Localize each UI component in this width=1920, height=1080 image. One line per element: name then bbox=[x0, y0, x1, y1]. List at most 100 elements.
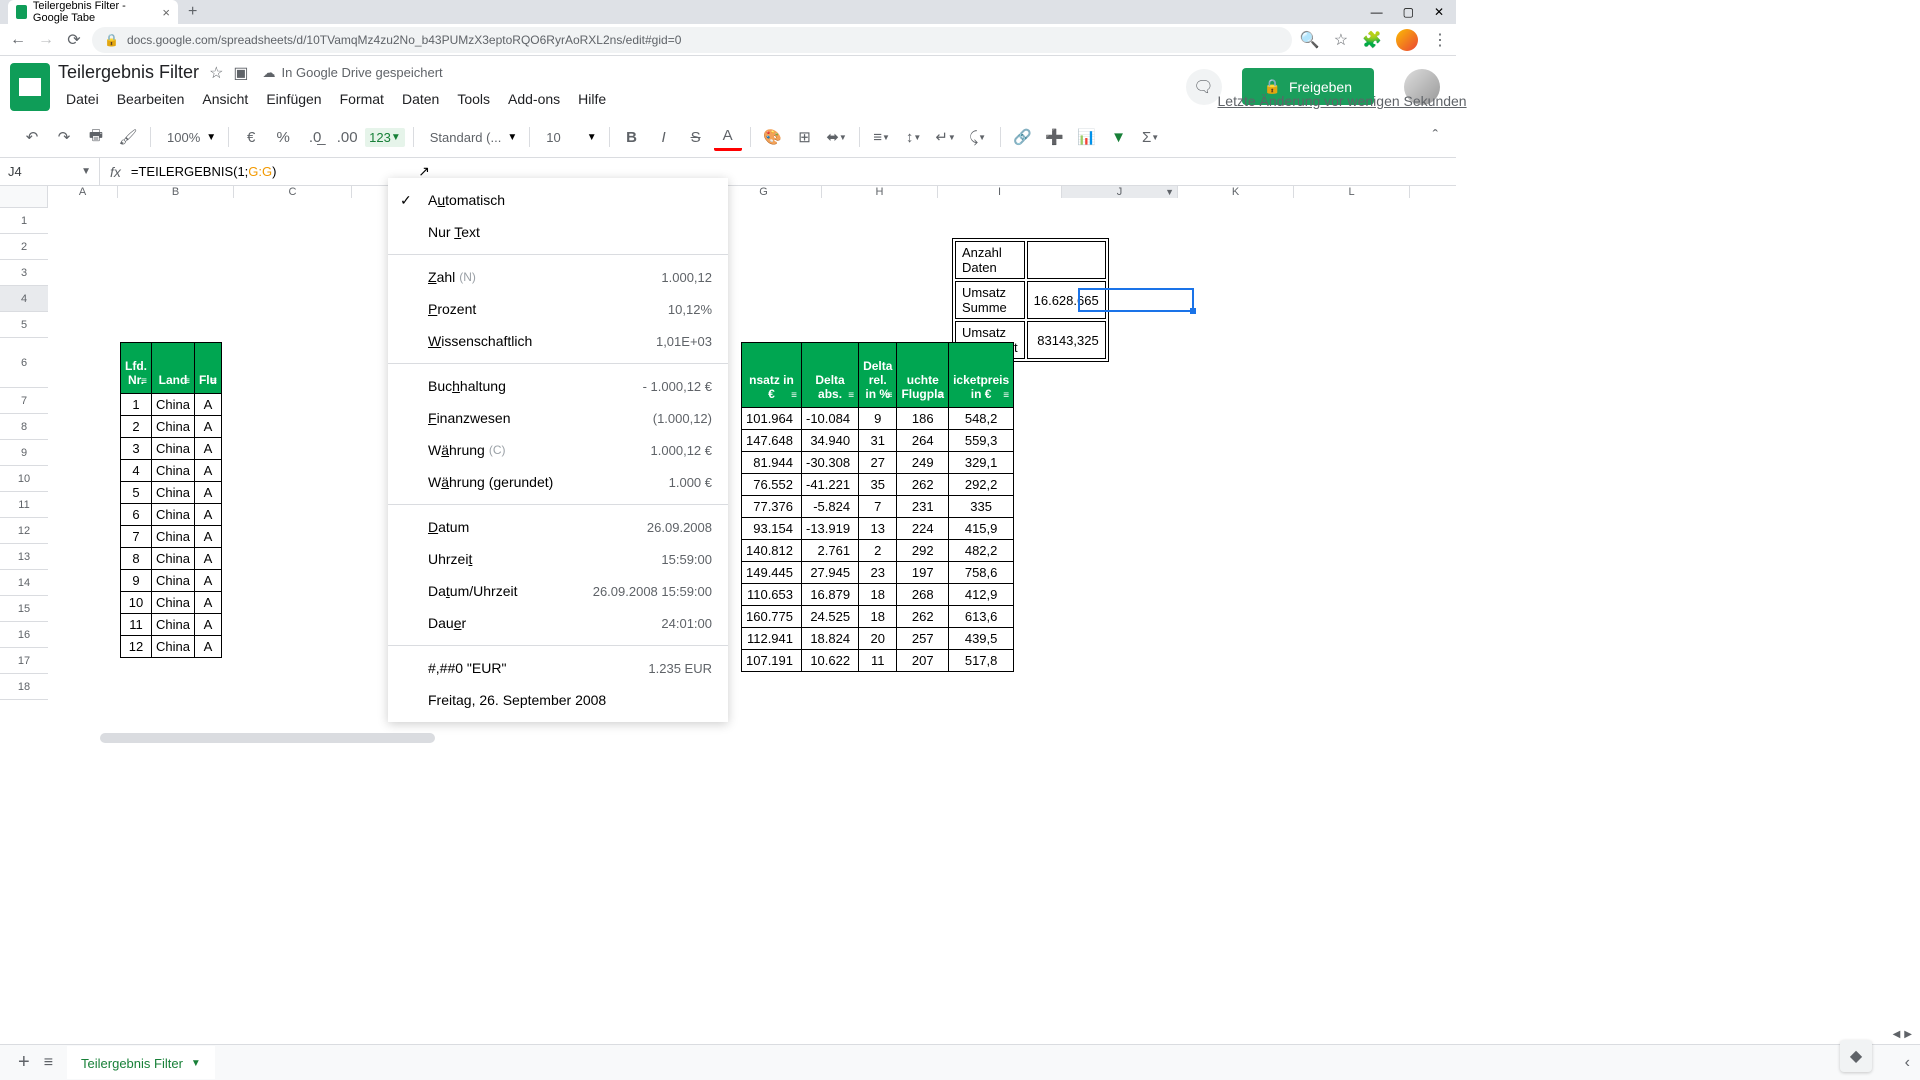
italic-icon[interactable]: I bbox=[650, 123, 678, 151]
row-header-16[interactable]: 16 bbox=[0, 622, 48, 648]
bookmark-icon[interactable]: ☆ bbox=[1334, 30, 1348, 50]
last-change-link[interactable]: Letzte Änderung vor wenigen Sekunden bbox=[1218, 89, 1467, 109]
row-header-12[interactable]: 12 bbox=[0, 518, 48, 544]
collapse-toolbar-icon[interactable]: ˆ bbox=[1433, 128, 1438, 146]
table-row[interactable]: 7ChinaA bbox=[121, 526, 222, 548]
link-icon[interactable]: 🔗 bbox=[1009, 123, 1037, 151]
minimize-icon[interactable]: — bbox=[1371, 5, 1383, 19]
format-option[interactable]: Uhrzeit15:59:00 bbox=[388, 543, 728, 575]
font-size-dropdown[interactable]: 10▼ bbox=[538, 130, 600, 145]
row-header-6[interactable]: 6 bbox=[0, 338, 48, 388]
number-format-dropdown[interactable]: 123▼ bbox=[365, 128, 405, 147]
col-header-B[interactable]: B bbox=[118, 186, 234, 198]
table-row[interactable]: 112.94118.82420257439,5 bbox=[742, 628, 1014, 650]
merge-icon[interactable]: ⬌▼ bbox=[823, 123, 851, 151]
close-window-icon[interactable]: ✕ bbox=[1434, 5, 1444, 19]
table-row[interactable]: 6ChinaA bbox=[121, 504, 222, 526]
table-row[interactable]: 12ChinaA bbox=[121, 636, 222, 658]
menu-hilfe[interactable]: Hilfe bbox=[570, 87, 614, 111]
table-row[interactable]: 93.154-13.91913224415,9 bbox=[742, 518, 1014, 540]
currency-icon[interactable]: € bbox=[237, 123, 265, 151]
menu-tools[interactable]: Tools bbox=[449, 87, 498, 111]
format-option[interactable]: ✓Automatisch bbox=[388, 184, 728, 216]
formula-input[interactable]: =TEILERGEBNIS(1;G:G) bbox=[131, 164, 277, 180]
filter-icon[interactable]: ▼ bbox=[1105, 123, 1133, 151]
functions-icon[interactable]: Σ▼ bbox=[1137, 123, 1165, 151]
sheets-logo-icon[interactable] bbox=[10, 63, 50, 111]
h-scroll-arrows[interactable]: ◀▶ bbox=[1893, 1029, 1912, 1040]
redo-icon[interactable]: ↷ bbox=[50, 123, 78, 151]
comment-icon[interactable]: ➕ bbox=[1041, 123, 1069, 151]
reload-icon[interactable]: ⟳ bbox=[64, 30, 84, 50]
row-header-7[interactable]: 7 bbox=[0, 388, 48, 414]
search-icon[interactable]: 🔍 bbox=[1300, 30, 1320, 50]
table-row[interactable]: 4ChinaA bbox=[121, 460, 222, 482]
filter-toggle-icon[interactable]: ≡ bbox=[848, 390, 854, 401]
row-header-11[interactable]: 11 bbox=[0, 492, 48, 518]
zoom-dropdown[interactable]: 100%▼ bbox=[159, 130, 220, 145]
row-header-17[interactable]: 17 bbox=[0, 648, 48, 674]
strikethrough-icon[interactable]: S bbox=[682, 123, 710, 151]
explore-button[interactable]: ◆ bbox=[1840, 1040, 1872, 1072]
filter-toggle-icon[interactable]: ≡ bbox=[184, 376, 190, 387]
rotate-icon[interactable]: ⤹▼ bbox=[964, 123, 992, 151]
format-option[interactable]: Wissenschaftlich1,01E+03 bbox=[388, 325, 728, 357]
table-header[interactable]: icketpreis in €≡ bbox=[949, 343, 1014, 408]
format-option[interactable]: Datum/Uhrzeit26.09.2008 15:59:00 bbox=[388, 575, 728, 607]
table-row[interactable]: 81.944-30.30827249329,1 bbox=[742, 452, 1014, 474]
profile-avatar[interactable] bbox=[1396, 29, 1418, 51]
filter-toggle-icon[interactable]: ≡ bbox=[141, 376, 147, 387]
increase-decimal-icon[interactable]: .00 bbox=[333, 123, 361, 151]
browser-tab[interactable]: Teilergebnis Filter - Google Tabe × bbox=[8, 0, 178, 24]
browser-menu-icon[interactable]: ⋮ bbox=[1432, 30, 1448, 50]
col-header-I[interactable]: I bbox=[938, 186, 1062, 198]
table-row[interactable]: 140.8122.7612292482,2 bbox=[742, 540, 1014, 562]
print-icon[interactable]: 🖶 bbox=[82, 123, 110, 151]
filter-toggle-icon[interactable]: ≡ bbox=[1003, 390, 1009, 401]
row-header-2[interactable]: 2 bbox=[0, 234, 48, 260]
menu-datei[interactable]: Datei bbox=[58, 87, 107, 111]
col-header-K[interactable]: K bbox=[1178, 186, 1294, 198]
format-option[interactable]: Dauer24:01:00 bbox=[388, 607, 728, 639]
row-header-10[interactable]: 10 bbox=[0, 466, 48, 492]
close-tab-icon[interactable]: × bbox=[162, 5, 170, 20]
format-option[interactable]: #,##0 "EUR"1.235 EUR bbox=[388, 652, 728, 684]
table-row[interactable]: 149.44527.94523197758,6 bbox=[742, 562, 1014, 584]
col-header-A[interactable]: A bbox=[48, 186, 118, 198]
new-tab-button[interactable]: + bbox=[188, 3, 197, 21]
table-row[interactable]: 11ChinaA bbox=[121, 614, 222, 636]
extensions-icon[interactable]: 🧩 bbox=[1362, 30, 1382, 50]
filter-toggle-icon[interactable]: ≡ bbox=[791, 390, 797, 401]
row-header-3[interactable]: 3 bbox=[0, 260, 48, 286]
text-color-icon[interactable]: A bbox=[714, 123, 742, 151]
valign-icon[interactable]: ↕▼ bbox=[900, 123, 928, 151]
table-header[interactable]: Delta rel. in %≡ bbox=[859, 343, 897, 408]
table-row[interactable]: 147.64834.94031264559,3 bbox=[742, 430, 1014, 452]
row-header-1[interactable]: 1 bbox=[0, 208, 48, 234]
row-header-5[interactable]: 5 bbox=[0, 312, 48, 338]
format-option[interactable]: Währung (gerundet)1.000 € bbox=[388, 466, 728, 498]
format-option[interactable]: Finanzwesen(1.000,12) bbox=[388, 402, 728, 434]
table-header[interactable]: Delta abs.≡ bbox=[802, 343, 859, 408]
row-header-9[interactable]: 9 bbox=[0, 440, 48, 466]
all-sheets-button[interactable]: ≡ bbox=[44, 1054, 53, 1072]
row-header-13[interactable]: 13 bbox=[0, 544, 48, 570]
font-dropdown[interactable]: Standard (...▼ bbox=[422, 130, 521, 145]
table-row[interactable]: 77.376-5.8247231335 bbox=[742, 496, 1014, 518]
col-header-L[interactable]: L bbox=[1294, 186, 1410, 198]
filter-toggle-icon[interactable]: ≡ bbox=[887, 390, 893, 401]
format-option[interactable]: Prozent10,12% bbox=[388, 293, 728, 325]
select-all-corner[interactable] bbox=[0, 186, 48, 208]
maximize-icon[interactable]: ▢ bbox=[1403, 5, 1414, 19]
table-row[interactable]: 3ChinaA bbox=[121, 438, 222, 460]
menu-ansicht[interactable]: Ansicht bbox=[194, 87, 256, 111]
table-row[interactable]: 110.65316.87918268412,9 bbox=[742, 584, 1014, 606]
format-option[interactable]: Datum26.09.2008 bbox=[388, 511, 728, 543]
decrease-decimal-icon[interactable]: .0̲ bbox=[301, 123, 329, 151]
filter-toggle-icon[interactable]: ≡ bbox=[211, 376, 217, 387]
horizontal-scrollbar[interactable] bbox=[100, 733, 435, 743]
row-header-18[interactable]: 18 bbox=[0, 674, 48, 700]
table-header[interactable]: Land≡ bbox=[152, 343, 195, 394]
add-sheet-button[interactable]: + bbox=[18, 1051, 30, 1074]
percent-icon[interactable]: % bbox=[269, 123, 297, 151]
